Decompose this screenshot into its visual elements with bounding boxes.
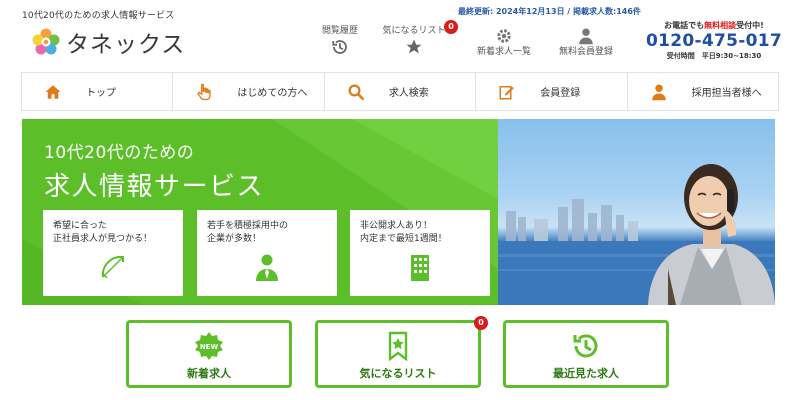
phone-caption-prefix: お電話でも bbox=[664, 21, 705, 30]
gear-icon bbox=[497, 29, 511, 43]
free-registration-link[interactable]: 無料会員登録 bbox=[549, 26, 623, 58]
phone-caption-highlight: 無料相談 bbox=[704, 21, 737, 30]
flower-logo-icon bbox=[30, 26, 62, 58]
home-icon bbox=[45, 84, 61, 99]
nav-label-member-registration: 会員登録 bbox=[540, 88, 581, 99]
hero-title-line2: 求人情報サービス bbox=[44, 172, 265, 202]
bookmark-star-icon bbox=[388, 331, 408, 361]
site-header: 10代20代のための求人情報サービス タネックス 最終更新: 2024年12月1… bbox=[0, 0, 800, 72]
favorites-list-label: 気になるリスト bbox=[382, 26, 446, 36]
hero-title-line1: 10代20代のための bbox=[44, 143, 195, 163]
favorites-list-button[interactable]: 気になるリスト bbox=[315, 320, 481, 388]
nav-label-top: トップ bbox=[86, 88, 116, 99]
browsing-history-label: 閲覧履歴 bbox=[321, 26, 358, 36]
recently-viewed-label: 最近見た求人 bbox=[553, 367, 619, 380]
phone-hours: 受付時間 平日9:30~18:30 bbox=[666, 52, 762, 60]
new-badge-icon: NEW bbox=[195, 332, 223, 360]
search-icon bbox=[348, 84, 364, 100]
target-bow-icon bbox=[101, 255, 124, 279]
feature-card-companies: 若手を積極採用中の 企業が多数！ bbox=[197, 210, 337, 296]
person-icon bbox=[651, 84, 666, 100]
nav-item-member-registration[interactable]: 会員登録 bbox=[475, 73, 626, 110]
edit-icon bbox=[499, 85, 514, 99]
feature-card-matching: 希望に合った 正社員求人が見つかる！ bbox=[43, 210, 183, 296]
nav-item-for-recruiters[interactable]: 採用担当者様へ bbox=[626, 73, 780, 110]
new-jobs-label: 新着求人 bbox=[187, 367, 231, 380]
phone-caption: お電話でも無料相談受付中! bbox=[640, 20, 788, 31]
star-icon bbox=[406, 39, 422, 54]
feature-companies-line1: 若手を積極採用中の bbox=[207, 221, 289, 231]
new-jobs-button[interactable]: NEW 新着求人 bbox=[126, 320, 292, 388]
pointing-hand-icon bbox=[197, 83, 212, 100]
phone-number[interactable]: 0120-475-017 bbox=[640, 31, 788, 51]
feature-private-jobs-line2: 内定まで最短1週間！ bbox=[360, 234, 447, 244]
logo-wordmark: タネックス bbox=[66, 32, 186, 58]
new-jobs-list-label: 新着求人一覧 bbox=[476, 47, 531, 57]
nav-label-job-search: 求人検索 bbox=[388, 88, 429, 99]
nav-item-first-time[interactable]: はじめての方へ bbox=[172, 73, 323, 110]
phone-contact-box: お電話でも無料相談受付中! 0120-475-017 受付時間 平日9:30~1… bbox=[640, 20, 788, 61]
main-nav: トップ はじめての方へ 求人検索 会員登録 採用担当者様へ bbox=[21, 72, 780, 111]
favorites-list-link[interactable]: 気になるリスト bbox=[377, 26, 451, 56]
favorites-list-button-label: 気になるリスト bbox=[359, 367, 437, 380]
feature-private-jobs-line1: 非公開求人あり！ bbox=[360, 221, 433, 231]
phone-caption-suffix: 受付中! bbox=[736, 21, 764, 30]
free-registration-label: 無料会員登録 bbox=[558, 47, 613, 57]
site-tagline: 10代20代のための求人情報サービス bbox=[22, 11, 175, 21]
feature-matching-line1: 希望に合った bbox=[53, 221, 108, 231]
nav-label-for-recruiters: 採用担当者様へ bbox=[691, 88, 762, 99]
hero-photo-illustration bbox=[498, 164, 775, 305]
feature-companies-line2: 企業が多数！ bbox=[207, 234, 262, 244]
favorites-count-badge: 0 bbox=[444, 20, 458, 34]
last-updated-text: 最終更新: 2024年12月13日 / 掲載求人数:146件 bbox=[458, 7, 641, 16]
recently-viewed-button[interactable]: 最近見た求人 bbox=[503, 320, 669, 388]
nav-item-top[interactable]: トップ bbox=[21, 73, 172, 110]
hero-photo-woman-on-phone bbox=[498, 119, 775, 305]
hero-banner: 10代20代のための 求人情報サービス 希望に合った 正社員求人が見つかる！ 若… bbox=[22, 119, 775, 305]
nav-label-first-time: はじめての方へ bbox=[237, 88, 308, 99]
feature-card-private-jobs: 非公開求人あり！ 内定まで最短1週間！ bbox=[350, 210, 490, 296]
person-icon bbox=[579, 28, 593, 45]
site-logo[interactable]: タネックス bbox=[30, 22, 190, 62]
favorites-button-count-badge: 0 bbox=[474, 316, 488, 330]
history-icon bbox=[332, 40, 347, 54]
nav-item-job-search[interactable]: 求人検索 bbox=[323, 73, 475, 110]
new-badge-text: NEW bbox=[200, 343, 219, 351]
building-icon bbox=[411, 255, 429, 281]
history-icon bbox=[573, 334, 598, 358]
hero-green-panel: 10代20代のための 求人情報サービス 希望に合った 正社員求人が見つかる！ 若… bbox=[22, 119, 498, 305]
browsing-history-link[interactable]: 閲覧履歴 bbox=[303, 26, 377, 56]
feature-matching-line2: 正社員求人が見つかる！ bbox=[53, 234, 153, 244]
new-jobs-list-link[interactable]: 新着求人一覧 bbox=[467, 26, 541, 58]
businessman-icon bbox=[256, 254, 278, 281]
